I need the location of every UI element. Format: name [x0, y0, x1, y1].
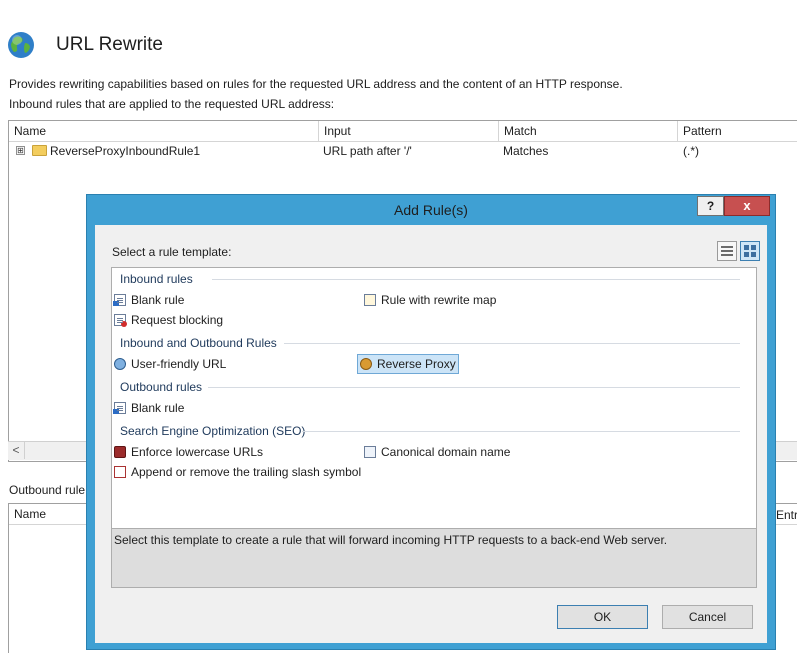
group-divider	[284, 343, 740, 344]
dialog-body: Select a rule template: Inbound rules Bl…	[95, 225, 767, 643]
template-blank-rule[interactable]: Blank rule	[112, 291, 187, 309]
group-divider	[208, 387, 740, 388]
rule-input-cell: URL path after '/'	[323, 144, 412, 158]
page-title: URL Rewrite	[56, 34, 163, 55]
template-trailing-slash[interactable]: Append or remove the trailing slash symb…	[112, 463, 364, 481]
group-divider	[212, 279, 740, 280]
group-header-seo: Search Engine Optimization (SEO)	[120, 424, 306, 438]
template-reverse-proxy[interactable]: Reverse Proxy	[357, 354, 459, 374]
add-rules-dialog: Add Rule(s) ? x Select a rule template: …	[86, 194, 776, 650]
canonical-domain-icon	[364, 446, 376, 458]
scroll-left-icon[interactable]: <	[8, 442, 25, 459]
rule-template-list[interactable]: Inbound rules Blank rule Rule with rewri…	[111, 267, 757, 529]
template-request-blocking[interactable]: Request blocking	[112, 311, 226, 329]
select-template-label: Select a rule template:	[112, 245, 232, 259]
template-label: Append or remove the trailing slash symb…	[131, 465, 362, 479]
blank-rule-icon	[113, 294, 126, 306]
outbound-blank-rule-icon	[113, 402, 126, 414]
list-view-icon[interactable]	[717, 241, 737, 261]
template-user-friendly-url[interactable]: User-friendly URL	[112, 355, 229, 373]
outbound-rules-label: Outbound rule	[9, 483, 86, 497]
column-header-name[interactable]: Name	[9, 121, 319, 141]
template-label: Blank rule	[131, 293, 185, 307]
cancel-button[interactable]: Cancel	[662, 605, 753, 629]
template-label: Request blocking	[131, 313, 224, 327]
group-divider	[302, 431, 740, 432]
globe-icon	[8, 32, 34, 58]
template-label: Reverse Proxy	[377, 357, 456, 371]
group-header-inbound-outbound: Inbound and Outbound Rules	[120, 336, 277, 350]
feature-description: Provides rewriting capabilities based on…	[9, 77, 623, 91]
column-header-match[interactable]: Match	[499, 121, 678, 141]
column-header-input[interactable]: Input	[319, 121, 499, 141]
template-label: Enforce lowercase URLs	[131, 445, 264, 459]
user-friendly-url-icon	[114, 358, 126, 370]
request-blocking-icon	[114, 314, 127, 327]
help-button[interactable]: ?	[697, 196, 724, 216]
template-enforce-lowercase[interactable]: Enforce lowercase URLs	[112, 443, 266, 461]
close-button[interactable]: x	[724, 196, 770, 216]
folder-icon	[32, 145, 47, 156]
grid-header: Name Input Match Pattern	[9, 121, 797, 142]
trailing-slash-icon	[114, 466, 126, 478]
tile-view-icon[interactable]	[740, 241, 760, 261]
template-canonical-domain[interactable]: Canonical domain name	[362, 443, 513, 461]
template-label: Rule with rewrite map	[381, 293, 497, 307]
reverse-proxy-icon	[360, 358, 372, 370]
rewrite-map-icon	[364, 294, 376, 306]
table-row[interactable]: ⊞ ReverseProxyInboundRule1 URL path afte…	[9, 141, 797, 161]
template-description: Select this template to create a rule th…	[111, 529, 757, 588]
template-label: Blank rule	[131, 401, 185, 415]
inbound-caption: Inbound rules that are applied to the re…	[9, 97, 335, 111]
template-rule-with-rewrite-map[interactable]: Rule with rewrite map	[362, 291, 499, 309]
expand-icon[interactable]: ⊞	[16, 146, 25, 155]
template-label: Canonical domain name	[381, 445, 511, 459]
column-header-entry: Entry	[776, 508, 797, 522]
rule-name-cell: ReverseProxyInboundRule1	[50, 144, 201, 158]
template-outbound-blank-rule[interactable]: Blank rule	[112, 399, 187, 417]
lowercase-icon	[114, 446, 126, 458]
dialog-title: Add Rule(s)	[394, 202, 468, 218]
rule-pattern-cell: (.*)	[683, 144, 699, 158]
ok-button[interactable]: OK	[557, 605, 648, 629]
group-header-inbound: Inbound rules	[120, 272, 193, 286]
column-header-pattern[interactable]: Pattern	[678, 121, 797, 141]
group-header-outbound: Outbound rules	[120, 380, 203, 394]
template-label: User-friendly URL	[131, 357, 227, 371]
rule-match-cell: Matches	[503, 144, 549, 158]
